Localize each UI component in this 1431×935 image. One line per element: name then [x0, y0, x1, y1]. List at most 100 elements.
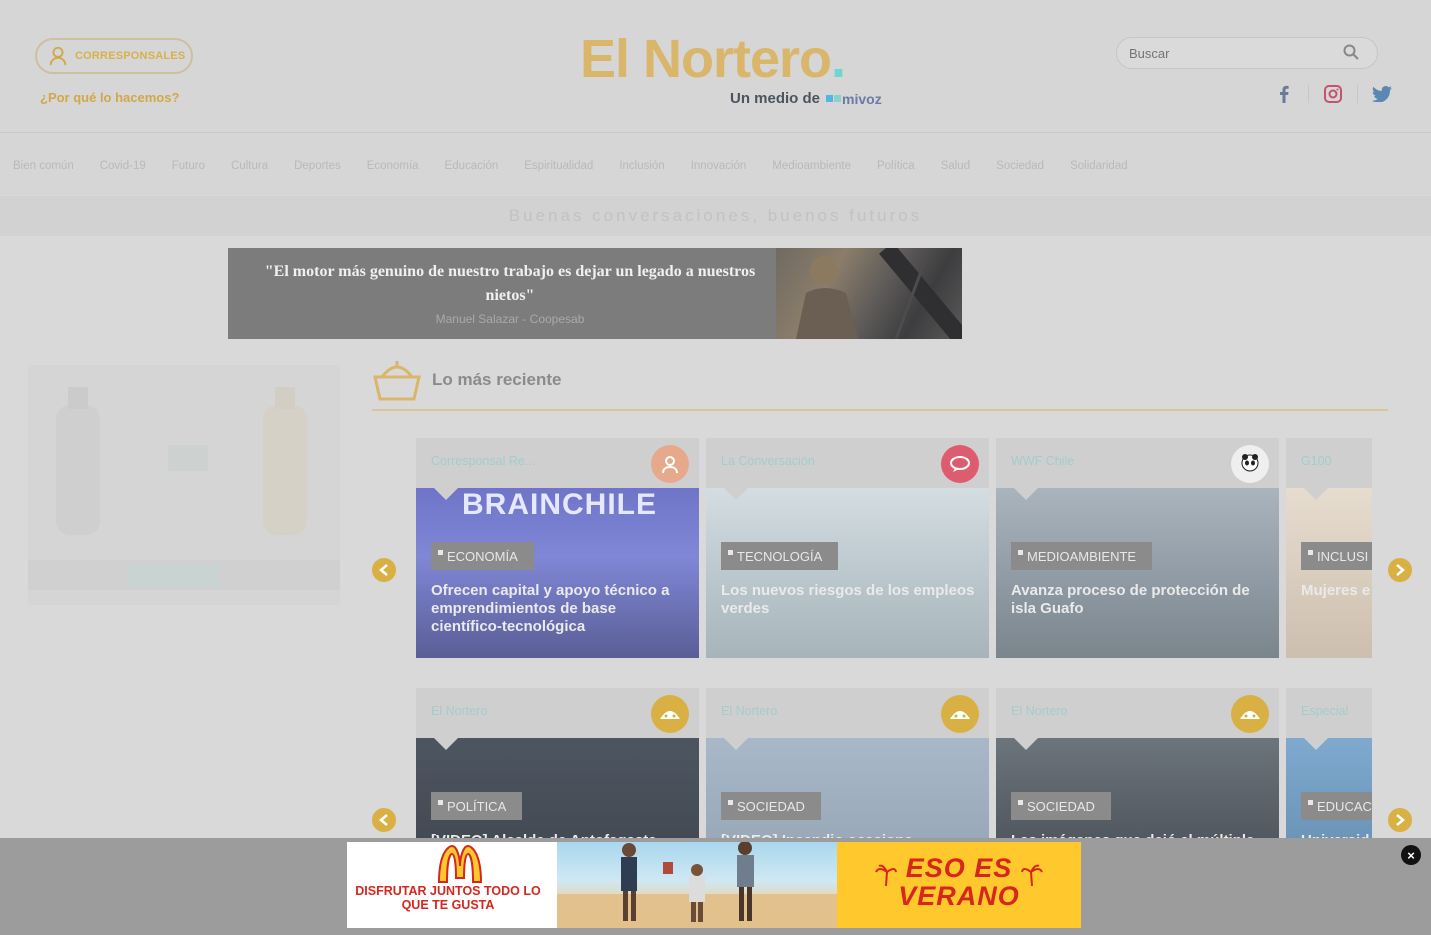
corresponsales-label: CORRESPONSALES	[75, 50, 186, 62]
section-title: Lo más reciente	[432, 370, 562, 389]
nav-item[interactable]: Salud	[941, 160, 970, 172]
nav-item[interactable]: Espiritualidad	[524, 160, 593, 172]
news-title[interactable]: Los nuevos riesgos de los empleos verdes	[721, 582, 976, 618]
news-card-image	[1286, 488, 1372, 658]
social-divider	[1308, 85, 1309, 103]
nav-item[interactable]: Medioambiente	[772, 160, 851, 172]
logo-dot: .	[831, 29, 846, 89]
chevron-right-icon	[1396, 814, 1405, 826]
news-source[interactable]: La Conversación	[721, 454, 815, 468]
farmer-photo	[796, 248, 962, 339]
news-card[interactable]: BRAINCHILE Corresponsal Re... ECONOMÍA Ofre…	[416, 438, 699, 658]
card-pointer	[1304, 488, 1328, 500]
nortero-badge-icon	[651, 695, 689, 733]
quote-photo	[776, 248, 962, 339]
nav-item[interactable]: Política	[877, 160, 915, 172]
news-card-image	[706, 488, 989, 658]
site-header: CORRESPONSALES ¿Por qué lo hacemos? El N…	[0, 0, 1431, 133]
category-tag[interactable]: ECONOMÍA	[431, 542, 534, 570]
nav-item[interactable]: Futuro	[172, 160, 205, 172]
card-pointer	[1014, 738, 1038, 750]
bottles-ad-image	[28, 387, 340, 590]
category-tag[interactable]: TECNOLOGÍA	[721, 542, 839, 570]
category-tag[interactable]: EDUCAC	[1301, 792, 1372, 820]
news-source[interactable]: G100	[1301, 454, 1332, 468]
nav-item[interactable]: Sociedad	[996, 160, 1044, 172]
ad-right-panel: ESO ES VERANO	[837, 842, 1081, 928]
facebook-icon[interactable]	[1274, 84, 1294, 104]
ad-photo	[557, 842, 841, 928]
card-pointer	[724, 488, 748, 500]
card-pointer	[434, 738, 458, 750]
nav-item[interactable]: Bien común	[13, 160, 74, 172]
carousel-next-button[interactable]	[1388, 808, 1412, 832]
palm-tree-icon	[1021, 864, 1043, 886]
nav-item[interactable]: Inclusión	[619, 160, 664, 172]
news-source[interactable]: El Nortero	[1011, 704, 1067, 718]
news-card-image	[996, 488, 1279, 658]
nav-item[interactable]: Covid-19	[100, 160, 146, 172]
news-title[interactable]: Mujeres e desafíos participac	[1301, 582, 1372, 600]
speech-bubble-icon	[941, 445, 979, 483]
carousel-prev-button[interactable]	[372, 558, 396, 582]
news-card[interactable]: La Conversación TECNOLOGÍA Los nuevos ries…	[706, 438, 989, 658]
mivoz-label: mivoz	[842, 90, 882, 107]
beach-people-image	[557, 842, 841, 928]
quote-author: Manuel Salazar - Coopesab	[435, 312, 585, 326]
section-divider	[372, 409, 1388, 411]
why-we-do-it-link[interactable]: ¿Por qué lo hacemos?	[40, 90, 179, 105]
mivoz-logo[interactable]: mivoz	[826, 91, 882, 107]
card-pointer	[724, 738, 748, 750]
corresponsales-button[interactable]: CORRESPONSALES	[35, 38, 193, 74]
nav-item[interactable]: Innovación	[691, 160, 747, 172]
news-title[interactable]: Avanza proceso de protección de isla Gua…	[1011, 582, 1266, 618]
search-icon[interactable]	[1343, 44, 1359, 60]
nav-item[interactable]: Solidaridad	[1070, 160, 1128, 172]
news-source[interactable]: El Nortero	[721, 704, 777, 718]
site-logo[interactable]: El Nortero.	[580, 29, 846, 89]
category-tag[interactable]: MEDIOAMBIENTE	[1011, 542, 1153, 570]
nav-item[interactable]: Economía	[367, 160, 419, 172]
news-title[interactable]: Ofrecen capital y apoyo técnico a empren…	[431, 582, 686, 636]
news-card[interactable]: WWF Chile MEDIOAMBIENTE Avanza proceso de …	[996, 438, 1279, 658]
category-tag[interactable]: SOCIEDAD	[1011, 792, 1111, 820]
news-source[interactable]: WWF Chile	[1011, 454, 1074, 468]
social-divider	[1357, 85, 1358, 103]
quote-banner[interactable]: "El motor más genuino de nuestro trabajo…	[228, 248, 962, 339]
search-input[interactable]	[1117, 38, 1329, 68]
ad-left-text: DISFRUTAR JUNTOS TODO LO QUE TE GUSTA	[355, 884, 541, 912]
mcdonalds-ad[interactable]: DISFRUTAR JUNTOS TODO LO QUE TE GUSTA ES…	[347, 842, 1081, 928]
carousel-prev-button[interactable]	[372, 808, 396, 832]
nav-item[interactable]: Cultura	[231, 160, 268, 172]
medio-de-mivoz: Un medio de mivoz	[730, 90, 882, 107]
nav-item[interactable]: Educación	[445, 160, 499, 172]
nortero-badge-icon	[941, 695, 979, 733]
category-tag[interactable]: INCLUSI	[1301, 542, 1372, 570]
card-pointer	[1304, 738, 1328, 750]
carousel-next-button[interactable]	[1388, 558, 1412, 582]
correspondent-icon	[49, 46, 67, 66]
image-brand-text: BRAINCHILE	[462, 488, 657, 521]
chevron-right-icon	[1396, 564, 1405, 576]
medio-de-label: Un medio de	[730, 90, 821, 107]
mivoz-square-icon	[826, 95, 834, 102]
side-ad[interactable]	[28, 365, 340, 605]
news-card[interactable]: G100 INCLUSI Mujeres e desafíos participac	[1286, 438, 1372, 658]
category-nav: Bien común Covid-19 Futuro Cultura Deportes E…	[0, 133, 1431, 195]
wwf-panda-icon	[1231, 445, 1269, 483]
news-source[interactable]: El Nortero	[431, 704, 487, 718]
mivoz-square-icon	[834, 95, 842, 102]
close-ad-button[interactable]: ×	[1401, 845, 1421, 865]
correspondent-badge-icon	[651, 445, 689, 483]
twitter-icon[interactable]	[1372, 84, 1392, 104]
quote-text: "El motor más genuino de nuestro trabajo…	[264, 263, 756, 304]
category-tag[interactable]: POLÍTICA	[431, 792, 523, 820]
tagline: Buenas conversaciones, buenos futuros	[508, 206, 923, 225]
news-source[interactable]: Especial	[1301, 704, 1348, 718]
instagram-icon[interactable]	[1323, 84, 1343, 104]
news-source[interactable]: Corresponsal Re...	[431, 454, 535, 468]
category-tag[interactable]: SOCIEDAD	[721, 792, 821, 820]
social-links	[1274, 84, 1392, 104]
chevron-left-icon	[379, 564, 388, 576]
nav-item[interactable]: Deportes	[294, 160, 341, 172]
